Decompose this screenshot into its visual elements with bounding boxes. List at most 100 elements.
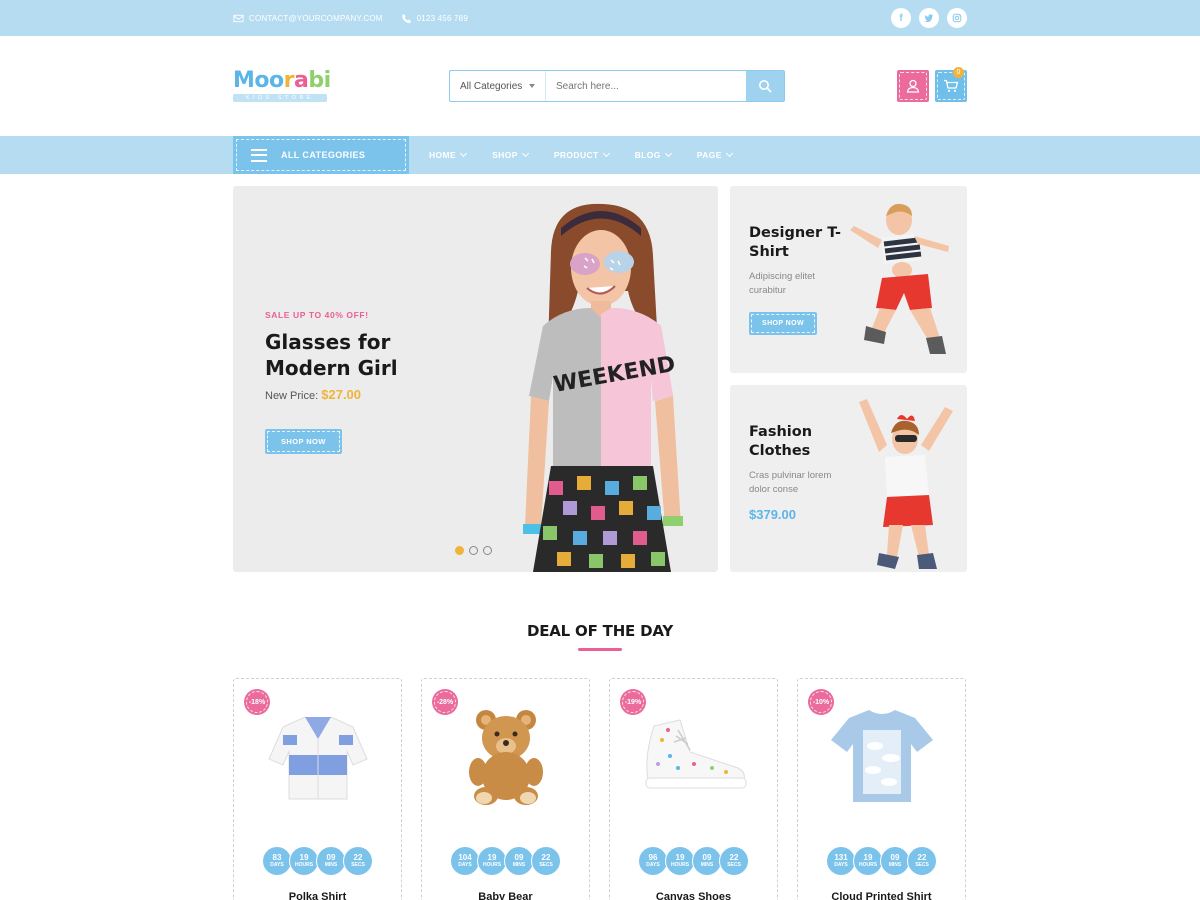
countdown-hours: 19 HOURS (665, 846, 695, 876)
all-categories-button[interactable]: ALL CATEGORIES (233, 136, 409, 174)
chevron-down-icon (521, 149, 529, 158)
nav-item-home[interactable]: HOME (429, 149, 468, 160)
banner-shop-now-button[interactable]: SHOP NOW (749, 312, 817, 335)
product-name[interactable]: Baby Bear (422, 891, 589, 900)
countdown-mins: 09 MINS (504, 846, 534, 876)
product-card[interactable]: -18% 83 DAYS 19 HOURS 09 MINS 22 SECS Polka … (233, 678, 402, 900)
chevron-down-icon (460, 149, 468, 158)
site-header: Moorabi KIDS STORE All Categories 0 (0, 36, 1200, 136)
banner-price: $379.00 (749, 507, 796, 522)
fashion-clothes-banner[interactable]: Fashion Clothes Cras pulvinar lorem dolor … (730, 385, 967, 572)
product-name[interactable]: Canvas Shoes (610, 891, 777, 900)
slider-dot-2[interactable] (469, 546, 478, 555)
countdown-days: 83 DAYS (262, 846, 292, 876)
slider-dot-1[interactable] (455, 546, 464, 555)
banner-title: Designer T- Shirt (749, 225, 841, 260)
search-button[interactable] (746, 71, 784, 101)
email-text: CONTACT@YOURCOMPANY.COM (249, 13, 383, 23)
twitter-icon[interactable] (919, 8, 939, 28)
countdown-hours: 19 HOURS (477, 846, 507, 876)
product-image[interactable] (422, 701, 589, 811)
countdown-days: 104 DAYS (450, 846, 480, 876)
product-image[interactable] (234, 701, 401, 811)
instagram-icon[interactable] (947, 8, 967, 28)
product-card[interactable]: -10% 131 DAYS 19 HOURS 09 MINS 22 SECS Cloud… (797, 678, 966, 900)
countdown-hours: 19 HOURS (289, 846, 319, 876)
product-name[interactable]: Cloud Printed Shirt (798, 891, 965, 900)
search-bar: All Categories (449, 70, 785, 102)
search-icon (759, 80, 772, 93)
category-select[interactable]: All Categories (450, 71, 546, 101)
cart-icon (944, 79, 959, 92)
banner-text: Designer T- Shirt Adipiscing elitet curabi… (749, 224, 849, 335)
tshirt-image (830, 710, 933, 802)
nav-item-page[interactable]: PAGE (697, 149, 733, 160)
countdown-mins: 09 MINS (692, 846, 722, 876)
user-icon (906, 79, 920, 93)
deal-products: -18% 83 DAYS 19 HOURS 09 MINS 22 SECS Polka … (233, 678, 967, 900)
jumping-boy-image (850, 203, 949, 354)
phone-icon (401, 13, 411, 23)
countdown-secs: 22 SECS (343, 846, 373, 876)
nav-item-blog[interactable]: BLOG (635, 149, 672, 160)
section-title: DEAL OF THE DAY (526, 622, 674, 640)
banner-description: Adipiscing elitet curabitur (749, 271, 816, 296)
countdown-timer: 83 DAYS 19 HOURS 09 MINS 22 SECS (234, 846, 401, 876)
countdown-hours: 19 HOURS (853, 846, 883, 876)
search-input[interactable] (546, 71, 746, 101)
countdown-timer: 96 DAYS 19 HOURS 09 MINS 22 SECS (610, 846, 777, 876)
banner-text: Fashion Clothes Cras pulvinar lorem dolor … (749, 423, 849, 522)
hero-slider: SALE UP TO 40% OFF! Glasses for Modern Gi… (233, 186, 718, 572)
hero-girl-image: WEEKEND (523, 203, 683, 572)
phone-link[interactable]: 0123 456 789 (401, 13, 468, 24)
countdown-secs: 22 SECS (531, 846, 561, 876)
designer-tshirt-banner[interactable]: Designer T- Shirt Adipiscing elitet curabi… (730, 186, 967, 373)
banner-description: Cras pulvinar lorem dolor conse (749, 470, 832, 495)
sneaker-image (645, 719, 746, 789)
hero-shop-now-button[interactable]: SHOP NOW (265, 429, 342, 454)
slider-dot-3[interactable] (483, 546, 492, 555)
hero-sale-label: SALE UP TO 40% OFF! (265, 310, 369, 320)
phone-text: 0123 456 789 (416, 13, 468, 23)
chevron-down-icon (725, 149, 733, 158)
main-nav: ALL CATEGORIES HOME SHOP PRODUCT BLOG PA… (0, 136, 1200, 174)
title-underline (578, 648, 622, 651)
nav-menu: HOME SHOP PRODUCT BLOG PAGE (429, 149, 758, 160)
mail-icon (233, 14, 244, 22)
countdown-mins: 09 MINS (880, 846, 910, 876)
nav-item-shop[interactable]: SHOP (492, 149, 529, 160)
cart-count-badge: 0 (953, 67, 964, 78)
product-name[interactable]: Polka Shirt (234, 891, 401, 900)
social-links: f (891, 8, 967, 28)
logo-tagline: KIDS STORE (233, 94, 327, 102)
countdown-mins: 09 MINS (316, 846, 346, 876)
account-button[interactable] (897, 70, 929, 102)
logo[interactable]: Moorabi KIDS STORE (233, 70, 331, 102)
countdown-secs: 22 SECS (719, 846, 749, 876)
hero-price: New Price: $27.00 (265, 387, 362, 402)
countdown-timer: 131 DAYS 19 HOURS 09 MINS 22 SECS (798, 846, 965, 876)
category-select-value: All Categories (460, 80, 523, 92)
chevron-down-icon (664, 149, 672, 158)
top-bar: CONTACT@YOURCOMPANY.COM 0123 456 789 f (0, 0, 1200, 36)
countdown-secs: 22 SECS (907, 846, 937, 876)
facebook-icon[interactable]: f (891, 8, 911, 28)
hero-title: Glasses for Modern Girl (265, 330, 398, 380)
nav-item-product[interactable]: PRODUCT (554, 149, 610, 160)
email-link[interactable]: CONTACT@YOURCOMPANY.COM (233, 13, 383, 24)
cart-button[interactable]: 0 (935, 67, 967, 102)
product-image[interactable] (610, 701, 777, 811)
product-card[interactable]: -19% 96 DAYS 19 HOURS 09 MINS 22 SECS Canvas… (609, 678, 778, 900)
hero-text: SALE UP TO 40% OFF! Glasses for Modern Gi… (265, 310, 398, 454)
contact-info: CONTACT@YOURCOMPANY.COM 0123 456 789 (233, 13, 468, 24)
slider-dots (455, 546, 492, 555)
banner-title: Fashion Clothes (749, 424, 813, 459)
chevron-down-icon (602, 149, 610, 158)
hamburger-icon (251, 148, 267, 162)
product-card[interactable]: -28% 104 DAYS 19 HOURS 09 MINS 22 SECS B… (421, 678, 590, 900)
header-actions: 0 (897, 67, 967, 102)
countdown-timer: 104 DAYS 19 HOURS 09 MINS 22 SECS (422, 846, 589, 876)
product-image[interactable] (798, 701, 965, 811)
side-banners: Designer T- Shirt Adipiscing elitet curabi… (730, 186, 967, 572)
shirt-image (267, 715, 368, 799)
